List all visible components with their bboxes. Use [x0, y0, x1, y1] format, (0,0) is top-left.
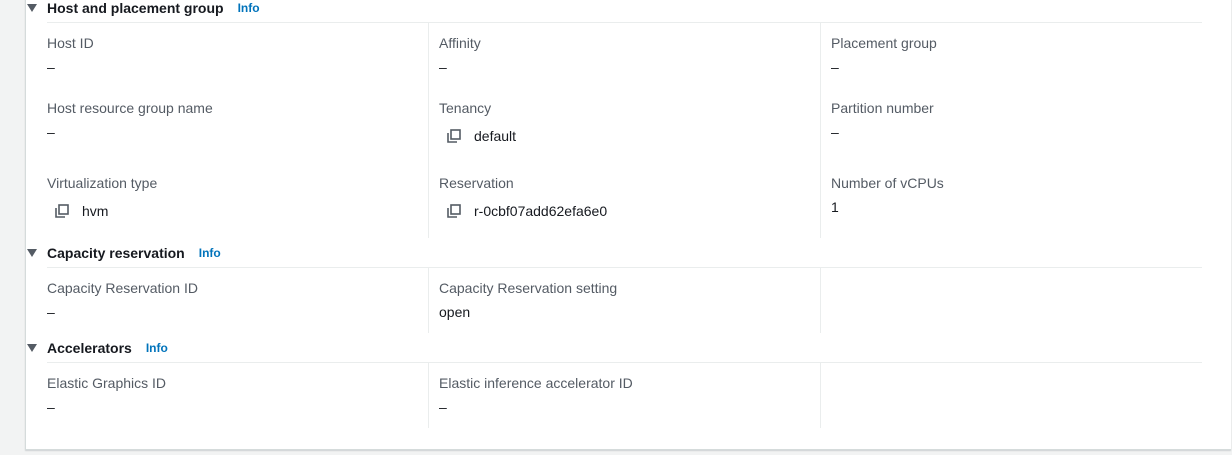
column-divider	[820, 268, 821, 333]
section-divider	[47, 267, 1202, 268]
copy-icon[interactable]	[55, 204, 69, 218]
field-label: Affinity	[439, 35, 481, 51]
host-resource-group-field: Host resource group name –	[47, 100, 213, 140]
affinity-field: Affinity –	[439, 35, 481, 75]
field-value: –	[439, 399, 447, 415]
tenancy-field: Tenancy default	[439, 100, 516, 144]
capacity-reservation-id-field: Capacity Reservation ID –	[47, 280, 198, 320]
elastic-graphics-id-field: Elastic Graphics ID –	[47, 375, 166, 415]
field-value: –	[47, 304, 55, 320]
field-label: Placement group	[831, 35, 937, 51]
field-value: –	[47, 399, 55, 415]
info-link[interactable]: Info	[238, 1, 260, 15]
section-divider	[47, 22, 1202, 23]
column-divider	[428, 363, 429, 428]
field-label: Tenancy	[439, 100, 492, 116]
accelerators-header[interactable]: Accelerators Info	[27, 338, 168, 358]
field-label: Host resource group name	[47, 100, 213, 116]
section-title: Accelerators	[47, 340, 132, 356]
section-divider	[47, 362, 1202, 363]
field-value: 1	[831, 199, 839, 215]
caret-down-icon[interactable]	[27, 249, 37, 257]
field-label: Host ID	[47, 35, 94, 51]
host-placement-header[interactable]: Host and placement group Info	[27, 0, 260, 18]
capacity-reservation-setting-field: Capacity Reservation setting open	[439, 280, 617, 320]
copy-icon[interactable]	[447, 204, 461, 218]
section-title: Capacity reservation	[47, 245, 185, 261]
info-link[interactable]: Info	[146, 341, 168, 355]
field-label: Elastic inference accelerator ID	[439, 375, 633, 391]
field-value: –	[47, 59, 55, 75]
capacity-reservation-header[interactable]: Capacity reservation Info	[27, 243, 221, 263]
placement-group-field: Placement group –	[831, 35, 937, 75]
column-divider	[428, 23, 429, 238]
field-label: Elastic Graphics ID	[47, 375, 167, 391]
field-label: Capacity Reservation ID	[47, 280, 198, 296]
caret-down-icon[interactable]	[27, 4, 37, 12]
elastic-inference-accelerator-id-field: Elastic inference accelerator ID –	[439, 375, 633, 415]
column-divider	[820, 363, 821, 428]
field-value: –	[47, 124, 55, 140]
copy-icon[interactable]	[447, 129, 461, 143]
field-value: open	[439, 304, 471, 320]
field-label: Reservation	[439, 175, 514, 191]
section-title: Host and placement group	[47, 0, 224, 16]
field-value: –	[831, 124, 839, 140]
host-id-field: Host ID –	[47, 35, 94, 75]
field-label: Capacity Reservation setting	[439, 280, 618, 296]
field-value: hvm	[82, 203, 109, 219]
field-label: Partition number	[831, 100, 934, 116]
caret-down-icon[interactable]	[27, 344, 37, 352]
info-link[interactable]: Info	[199, 246, 221, 260]
field-label: Number of vCPUs	[831, 175, 944, 191]
field-value: default	[474, 128, 517, 144]
column-divider	[820, 23, 821, 238]
field-label: Virtualization type	[47, 175, 158, 191]
vcpus-field: Number of vCPUs 1	[831, 175, 944, 215]
partition-number-field: Partition number –	[831, 100, 934, 140]
field-value: –	[831, 59, 839, 75]
reservation-field: Reservation r-0cbf07add62efa6e0	[439, 175, 607, 219]
column-divider	[428, 268, 429, 333]
virtualization-type-field: Virtualization type hvm	[47, 175, 157, 219]
field-value: –	[439, 59, 447, 75]
field-value: r-0cbf07add62efa6e0	[474, 203, 608, 219]
